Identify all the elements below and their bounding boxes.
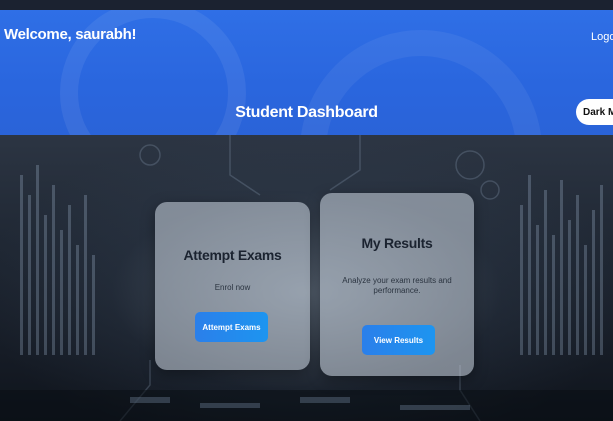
- logout-link[interactable]: Logo: [591, 31, 613, 43]
- view-results-button[interactable]: View Results: [362, 325, 435, 355]
- attempt-exams-description: Enrol now: [214, 283, 251, 292]
- header: Welcome, saurabh! Logo Student Dashboard…: [0, 10, 613, 135]
- my-results-description: Analyze your exam results and performanc…: [342, 276, 452, 295]
- welcome-message: Welcome, saurabh!: [4, 26, 137, 43]
- page-title: Student Dashboard: [235, 104, 378, 121]
- my-results-card: My Results Analyze your exam results and…: [320, 193, 474, 376]
- attempt-exams-card: Attempt Exams Enrol now Attempt Exams: [155, 202, 310, 370]
- my-results-title: My Results: [361, 235, 433, 251]
- dark-mode-button[interactable]: Dark Mo: [576, 99, 613, 125]
- attempt-exams-title: Attempt Exams: [183, 247, 282, 263]
- attempt-exams-button[interactable]: Attempt Exams: [195, 312, 268, 342]
- student-dashboard-app: Welcome, saurabh! Logo Student Dashboard…: [0, 0, 613, 421]
